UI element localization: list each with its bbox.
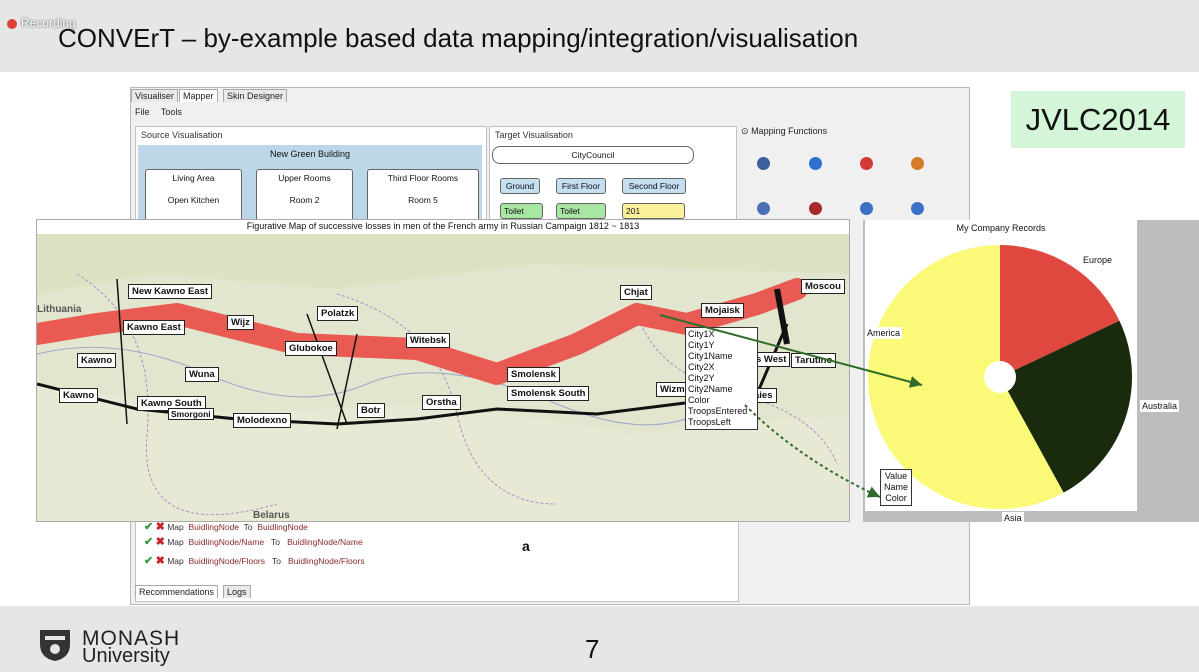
- color-mapping-arrow: [659, 314, 923, 388]
- mapping-arrows: [659, 314, 923, 498]
- monash-crest-icon: [40, 630, 70, 661]
- slide-number: 7: [585, 634, 600, 664]
- university-name-line2: University: [82, 645, 170, 667]
- name-mapping-arrow: [744, 404, 881, 498]
